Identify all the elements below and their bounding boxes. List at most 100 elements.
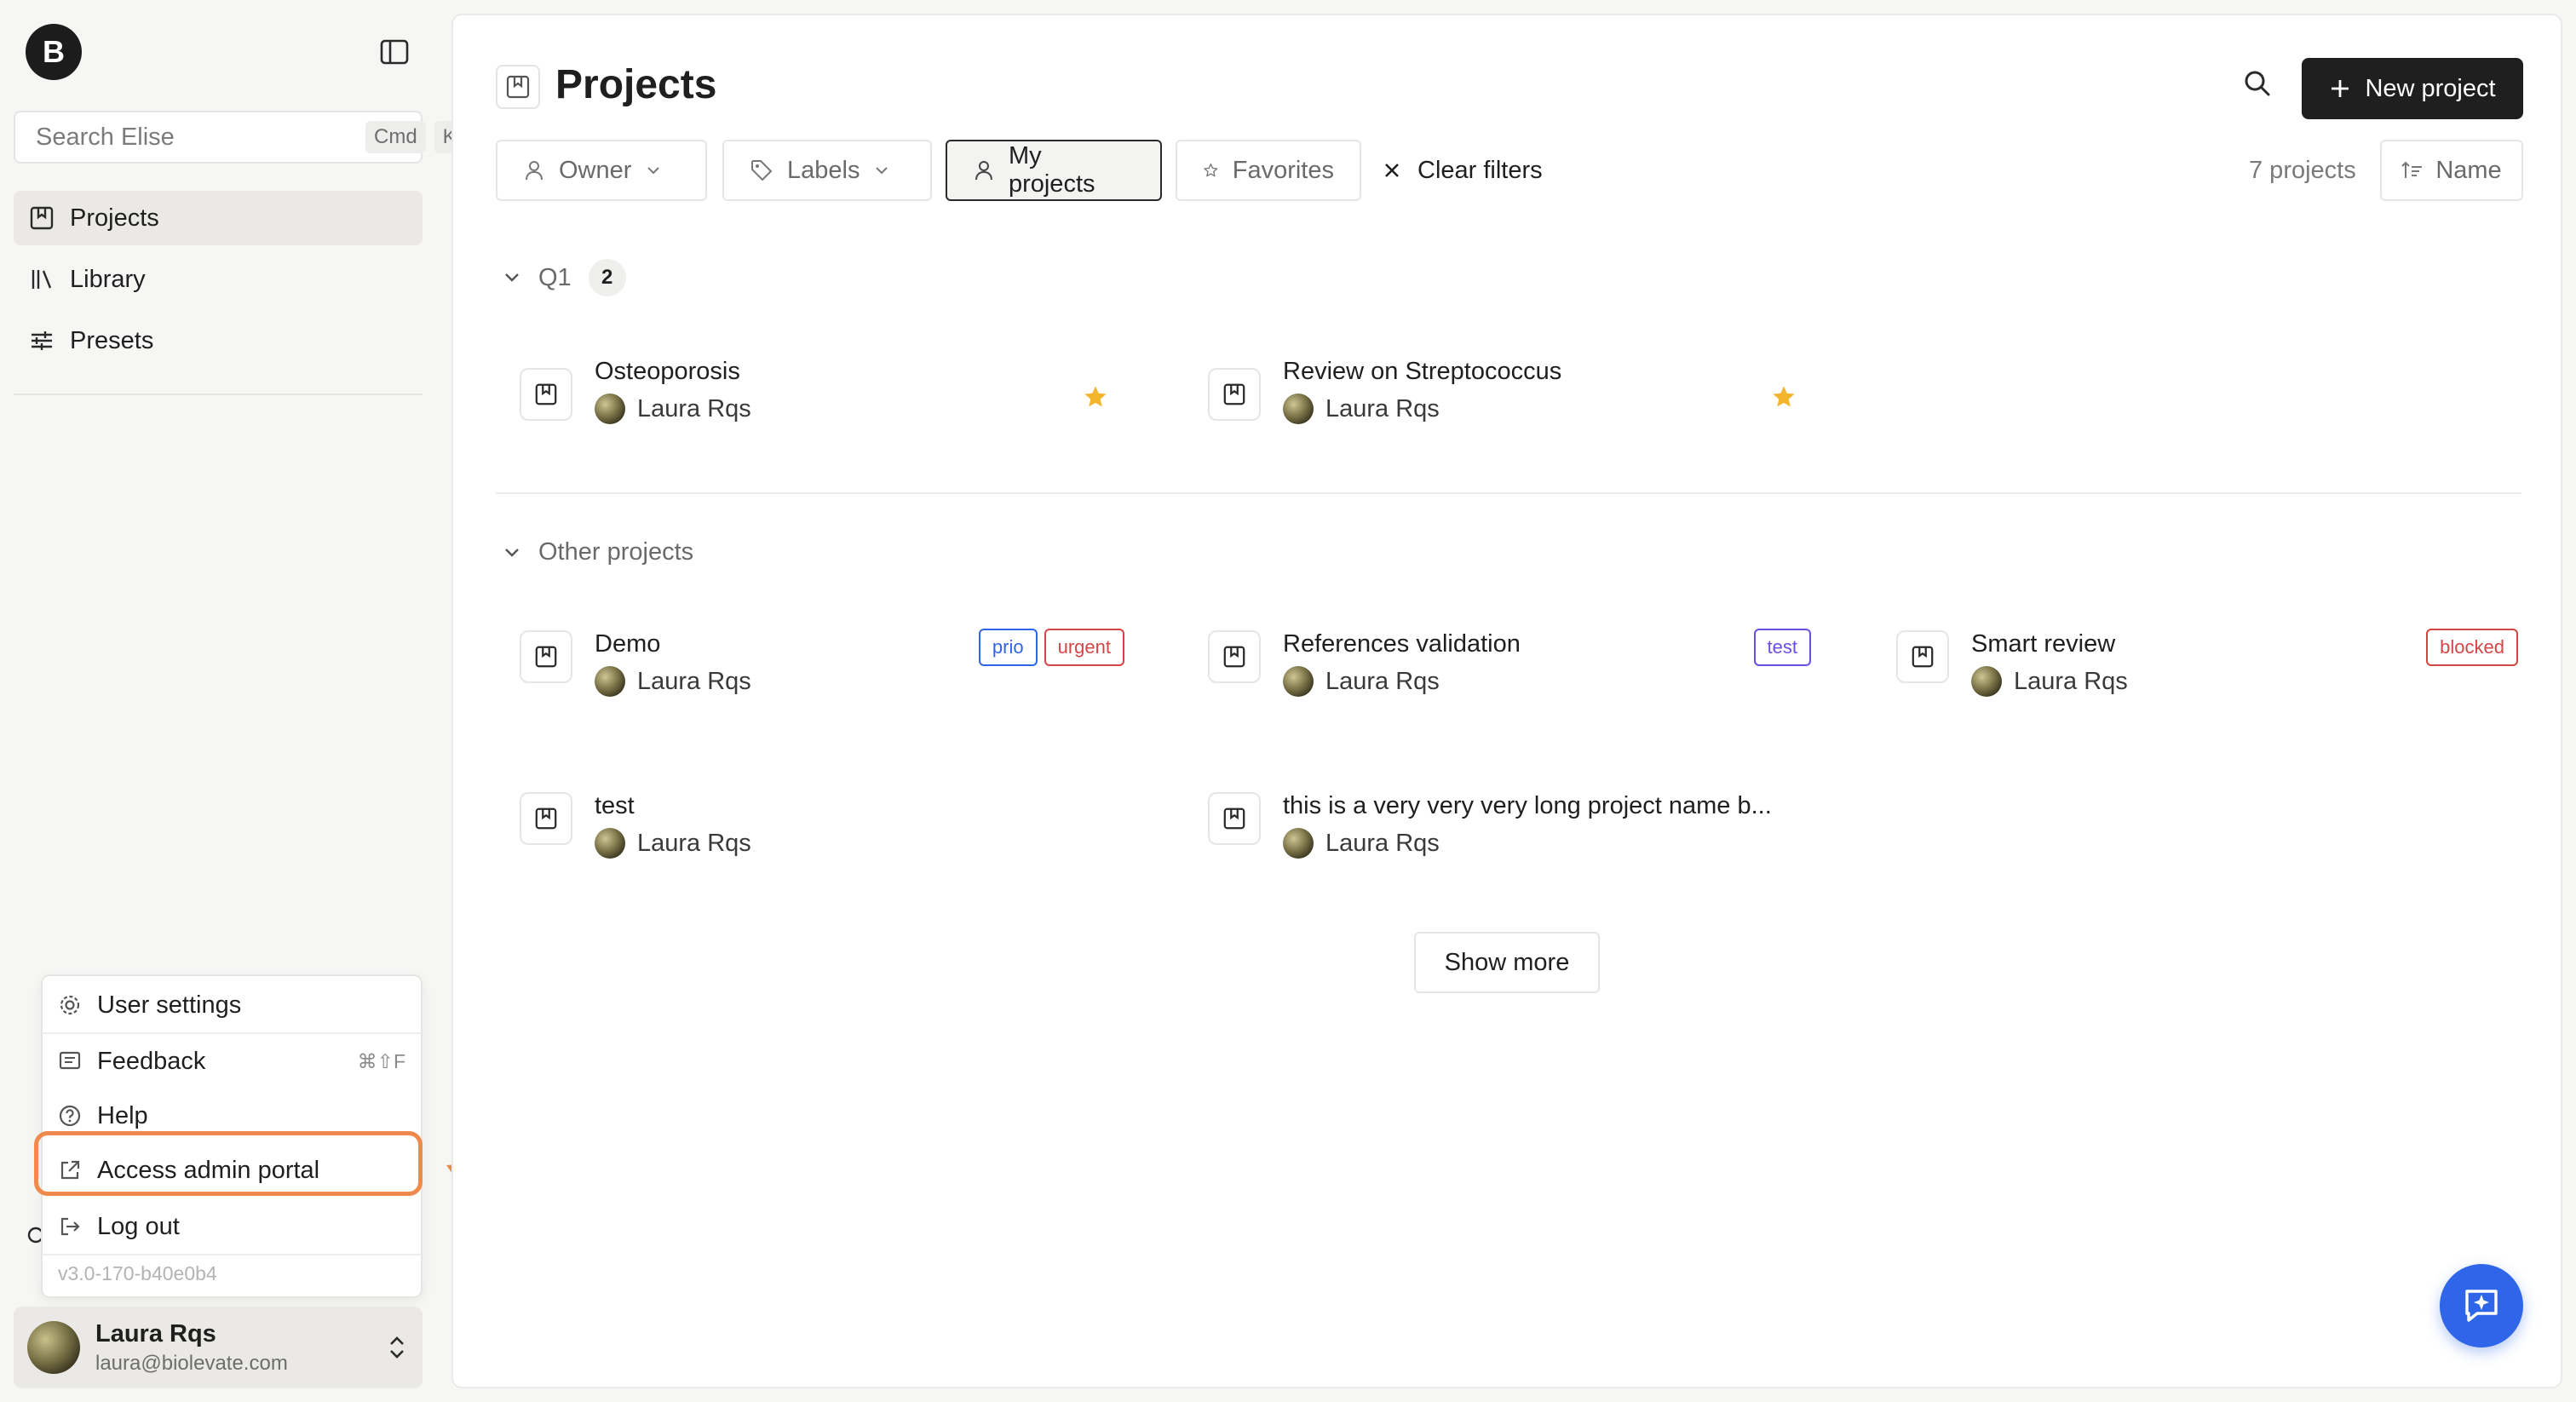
tag-badge: urgent xyxy=(1044,629,1124,666)
chevron-up-down-icon xyxy=(390,1336,404,1359)
project-owner: Laura Rqs xyxy=(1283,394,1440,424)
filter-owner[interactable]: Owner xyxy=(496,140,707,201)
group-count-badge: 2 xyxy=(588,259,626,296)
page-icon xyxy=(496,65,540,109)
sidebar-item-label: Presets xyxy=(70,326,154,354)
app-version: v3.0-170-b40e0b4 xyxy=(58,1262,217,1284)
menu-item-user-settings[interactable]: User settings xyxy=(43,978,421,1032)
clear-filters-button[interactable]: Clear filters xyxy=(1382,140,1543,201)
star-filled-icon[interactable] xyxy=(1770,383,1797,411)
project-owner: Laura Rqs xyxy=(1283,666,1440,697)
sidebar-search[interactable]: Cmd K xyxy=(14,111,465,164)
sidebar-toggle-button[interactable] xyxy=(380,39,409,65)
user-menu: User settings Feedback ⌘⇧F Help Access a… xyxy=(41,974,423,1298)
search-button[interactable] xyxy=(2242,68,2273,103)
feedback-shortcut: ⌘⇧F xyxy=(357,1049,405,1072)
gear-icon xyxy=(60,995,80,1015)
sidebar-item-presets[interactable]: Presets xyxy=(14,313,423,368)
sidebar-item-label: Projects xyxy=(70,204,159,232)
new-project-button[interactable]: New project xyxy=(2302,58,2523,119)
project-card[interactable]: References validation Laura Rqs test xyxy=(1208,617,1838,698)
project-icon xyxy=(1896,630,1949,683)
filter-labels[interactable]: Labels xyxy=(722,140,932,201)
project-tags: test xyxy=(1753,629,1811,666)
group-header-other-projects[interactable]: Other projects xyxy=(503,538,693,566)
chat-sparkle-icon xyxy=(2465,1290,2498,1322)
star-filled-icon[interactable] xyxy=(1082,383,1109,411)
project-icon xyxy=(520,630,572,683)
owner-name: Laura Rqs xyxy=(2014,667,2128,695)
project-card[interactable]: test Laura Rqs xyxy=(520,779,1150,860)
user-profile-button[interactable]: Laura Rqs laura@biolevate.com xyxy=(14,1307,423,1388)
project-owner: Laura Rqs xyxy=(595,666,751,697)
avatar xyxy=(1283,666,1314,697)
user-icon xyxy=(526,161,543,181)
sliders-icon xyxy=(32,331,52,350)
sidebar-toggle-icon xyxy=(380,39,409,65)
shortcut-key-cmd: Cmd xyxy=(365,121,426,153)
search-input[interactable] xyxy=(36,123,357,152)
user-icon xyxy=(975,161,992,181)
new-project-label: New project xyxy=(2365,74,2496,102)
bookmark-square-icon xyxy=(1912,646,1934,668)
menu-item-help[interactable]: Help xyxy=(43,1089,421,1143)
owner-name: Laura Rqs xyxy=(1325,829,1440,857)
logout-icon xyxy=(60,1217,80,1236)
avatar xyxy=(595,828,625,859)
user-email: laura@biolevate.com xyxy=(95,1351,288,1375)
tag-badge: test xyxy=(1753,629,1811,666)
bookmark-square-icon xyxy=(535,646,557,668)
chevron-down-icon xyxy=(505,273,519,282)
project-card[interactable]: Demo Laura Rqs prio urgent xyxy=(520,617,1150,698)
project-owner: Laura Rqs xyxy=(595,828,751,859)
owner-name: Laura Rqs xyxy=(1325,394,1440,422)
project-icon xyxy=(1208,630,1261,683)
filter-label: Labels xyxy=(787,156,860,184)
project-tags: blocked xyxy=(2426,629,2518,666)
menu-item-label: Feedback xyxy=(97,1047,206,1075)
project-card[interactable]: Smart review Laura Rqs blocked xyxy=(1896,617,2527,698)
close-icon xyxy=(1385,164,1399,177)
menu-item-feedback[interactable]: Feedback ⌘⇧F xyxy=(43,1034,421,1089)
sort-icon xyxy=(2401,161,2423,178)
menu-item-logout[interactable]: Log out xyxy=(43,1199,421,1254)
project-name: Review on Streptococcus xyxy=(1283,358,1562,385)
bookmark-square-icon xyxy=(535,807,557,830)
sort-label: Name xyxy=(2435,156,2502,184)
menu-separator xyxy=(43,1254,421,1255)
tag-icon xyxy=(751,160,773,181)
menu-item-admin-portal[interactable]: Access admin portal xyxy=(43,1143,421,1198)
filter-favorites[interactable]: Favorites xyxy=(1176,140,1361,201)
project-card[interactable]: this is a very very very long project na… xyxy=(1208,779,1838,860)
group-header-q1[interactable]: Q1 2 xyxy=(503,259,626,296)
app-logo[interactable]: B xyxy=(26,24,82,80)
user-name: Laura Rqs xyxy=(95,1319,216,1347)
chat-assistant-button[interactable] xyxy=(2440,1264,2523,1347)
project-owner: Laura Rqs xyxy=(1283,828,1440,859)
project-name: Osteoporosis xyxy=(595,358,740,385)
external-link-icon xyxy=(60,1160,80,1180)
filter-my-projects[interactable]: My projects xyxy=(946,140,1162,201)
filter-label: Favorites xyxy=(1232,156,1334,184)
feedback-icon xyxy=(59,1051,81,1070)
project-card[interactable]: Review on Streptococcus Laura Rqs xyxy=(1208,354,1838,436)
sidebar-item-library[interactable]: Library xyxy=(14,252,423,307)
avatar xyxy=(27,1321,80,1374)
avatar xyxy=(595,666,625,697)
chevron-down-icon xyxy=(876,167,888,175)
project-count: 7 projects xyxy=(2249,157,2356,184)
owner-name: Laura Rqs xyxy=(637,394,751,422)
project-icon xyxy=(1208,792,1261,845)
avatar xyxy=(595,394,625,424)
project-name: Demo xyxy=(595,630,661,658)
project-card[interactable]: Osteoporosis Laura Rqs xyxy=(520,354,1150,436)
show-more-button[interactable]: Show more xyxy=(1414,932,1600,993)
sidebar-divider xyxy=(14,394,423,395)
sidebar-item-projects[interactable]: Projects xyxy=(14,191,423,245)
bookmark-square-icon xyxy=(1223,383,1245,405)
sort-button[interactable]: Name xyxy=(2380,140,2523,201)
tag-badge: blocked xyxy=(2426,629,2518,666)
sidebar: B Cmd K Projects Library xyxy=(0,0,465,1402)
avatar xyxy=(1283,394,1314,424)
owner-name: Laura Rqs xyxy=(637,829,751,857)
